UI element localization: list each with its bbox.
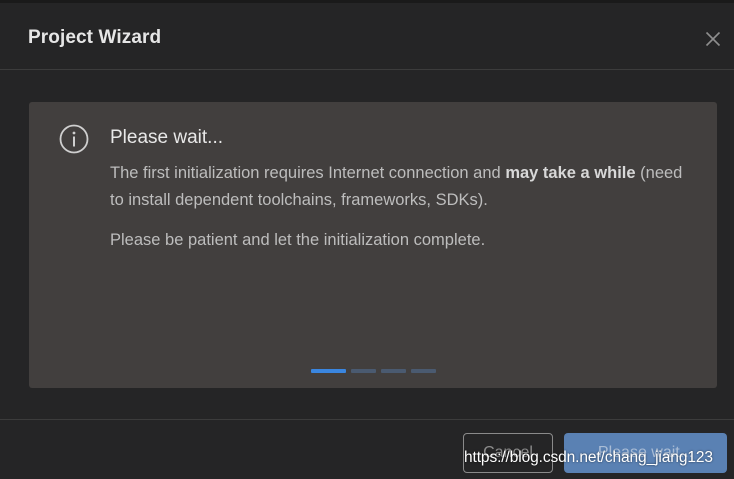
dialog-title: Project Wizard: [28, 27, 162, 48]
progress-segment: [381, 369, 406, 373]
message-emphasis: may take a while: [505, 164, 636, 182]
progress-segment: [411, 369, 436, 373]
dialog-header: Project Wizard: [0, 3, 734, 70]
panel-message-secondary: Please be patient and let the initializa…: [110, 231, 486, 249]
close-icon[interactable]: [705, 31, 721, 47]
panel-heading: Please wait...: [110, 127, 223, 148]
wait-panel: Please wait... The first initialization …: [29, 102, 717, 388]
message-text: The first initialization requires Intern…: [110, 164, 506, 182]
progress-indicator: [311, 369, 436, 374]
footer-divider: [0, 419, 734, 420]
watermark-text: https://blog.csdn.net/chang_jiang123: [464, 449, 713, 466]
progress-segment: [351, 369, 376, 373]
progress-segment-active: [311, 369, 346, 373]
panel-message: The first initialization requires Intern…: [110, 160, 700, 214]
project-wizard-dialog: Project Wizard Please wait... The first …: [0, 0, 734, 479]
info-icon: [59, 124, 89, 154]
